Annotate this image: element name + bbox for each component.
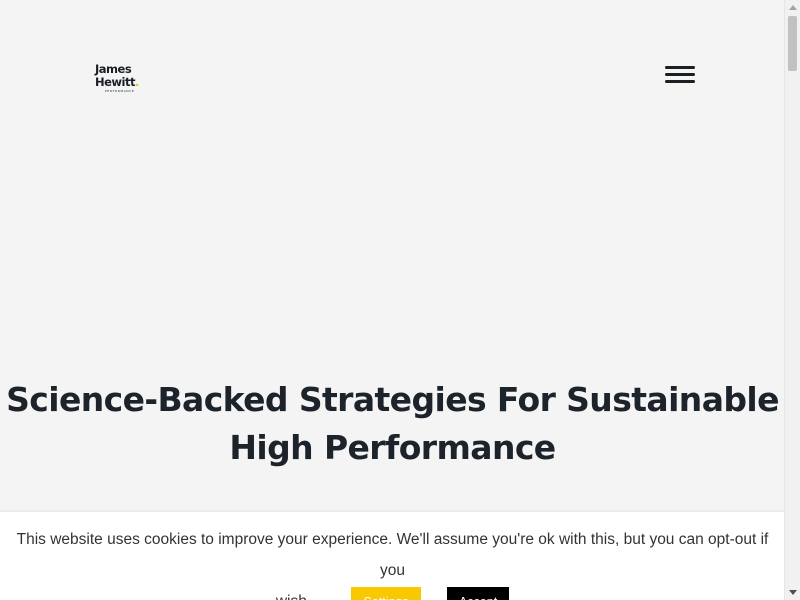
hamburger-menu-icon-bar	[665, 66, 695, 69]
hero-title: Science-Backed Strategies For Sustainabl…	[6, 380, 779, 467]
cookie-message-text: This website uses cookies to improve you…	[16, 531, 769, 579]
hamburger-menu-icon-bar	[665, 80, 695, 83]
page-scrollbar[interactable]	[784, 0, 800, 600]
scroll-down-arrow-icon[interactable]	[789, 590, 797, 595]
cookie-settings-button[interactable]: Settings	[351, 586, 421, 600]
cookie-consent-bar: This website uses cookies to improve you…	[0, 512, 785, 600]
scroll-up-arrow-icon[interactable]	[789, 5, 797, 10]
hamburger-menu-icon-bar	[665, 73, 695, 76]
logo-tagline: PERFORMANCE	[105, 89, 135, 93]
cookie-accept-button[interactable]: Accept	[446, 586, 510, 600]
site-header: James Hewitt. PERFORMANCE	[0, 0, 785, 150]
logo-text-line2: Hewitt.	[95, 74, 155, 89]
scrollbar-thumb[interactable]	[788, 16, 797, 71]
logo-dot: .	[135, 74, 139, 89]
site-logo[interactable]: James Hewitt. PERFORMANCE	[95, 63, 155, 93]
cookie-message-end: wish.	[276, 586, 311, 600]
logo-text-hewitt: Hewitt	[95, 74, 136, 89]
hamburger-menu-button[interactable]	[664, 64, 696, 86]
page: James Hewitt. PERFORMANCE Science-Backed…	[0, 0, 785, 600]
cookie-message: This website uses cookies to improve you…	[14, 524, 771, 600]
